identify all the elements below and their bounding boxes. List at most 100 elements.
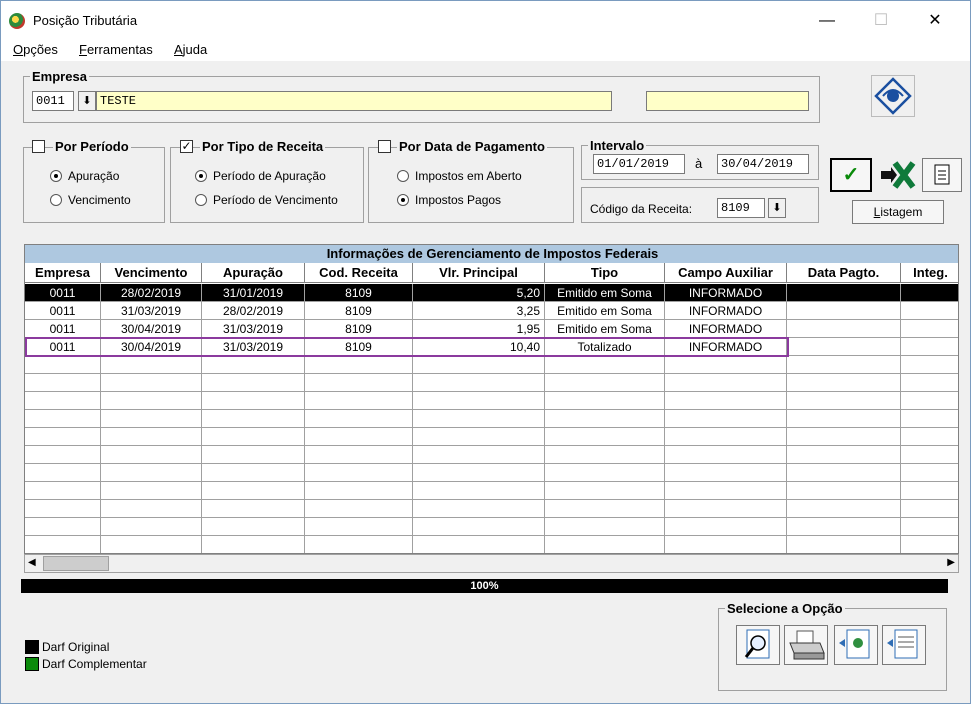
table-cell: [901, 284, 958, 302]
table-row[interactable]: 0011 30/04/2019 31/03/2019 8109 1,95 Emitido …: [25, 320, 958, 338]
radio-apuracao[interactable]: Apuração: [50, 169, 119, 183]
table-cell: [101, 536, 202, 553]
periodo-label: Por Período: [53, 139, 131, 154]
table-cell: [202, 374, 305, 392]
column-header[interactable]: Integ.: [901, 263, 958, 283]
table-row[interactable]: 0011 31/03/2019 28/02/2019 8109 3,25 Emitido …: [25, 302, 958, 320]
codigo-receita-input[interactable]: 8109: [717, 198, 765, 218]
table-cell: INFORMADO: [665, 284, 787, 302]
column-header[interactable]: Data Pagto.: [787, 263, 901, 283]
table-row[interactable]: [25, 410, 958, 428]
grid-title: Informações de Gerenciamento de Impostos…: [25, 245, 958, 263]
table-cell: [202, 446, 305, 464]
empresa-name-input[interactable]: TESTE: [96, 91, 612, 111]
column-header[interactable]: Tipo: [545, 263, 665, 283]
radio-vencimento[interactable]: Vencimento: [50, 193, 131, 207]
table-cell: [787, 518, 901, 536]
empresa-code-input[interactable]: 0011: [32, 91, 74, 111]
column-header[interactable]: Vlr. Principal: [413, 263, 545, 283]
table-cell: [787, 410, 901, 428]
table-cell: [101, 392, 202, 410]
table-cell: [202, 356, 305, 374]
table-row[interactable]: [25, 500, 958, 518]
table-cell: [25, 446, 101, 464]
table-row[interactable]: [25, 356, 958, 374]
table-row[interactable]: [25, 446, 958, 464]
table-cell: 0011: [25, 320, 101, 338]
table-row[interactable]: [25, 464, 958, 482]
table-cell: [202, 428, 305, 446]
table-cell: 30/04/2019: [101, 338, 202, 356]
table-cell: [545, 374, 665, 392]
table-cell: INFORMADO: [665, 302, 787, 320]
table-cell: [901, 356, 958, 374]
tipo-receita-checkbox[interactable]: ✓: [180, 140, 193, 153]
table-row[interactable]: [25, 374, 958, 392]
web-export-button[interactable]: [834, 625, 878, 665]
table-cell: [25, 374, 101, 392]
data-pagamento-checkbox[interactable]: [378, 140, 391, 153]
close-button[interactable]: ✕: [912, 7, 958, 35]
minimize-button[interactable]: —: [804, 7, 850, 35]
intervalo-separator: à: [695, 156, 703, 171]
impostos-grid[interactable]: Informações de Gerenciamento de Impostos…: [24, 244, 959, 554]
horizontal-scrollbar[interactable]: ◀ ▶: [24, 554, 959, 573]
radio-impostos-aberto[interactable]: Impostos em Aberto: [397, 169, 522, 183]
column-header[interactable]: Cod. Receita: [305, 263, 413, 283]
table-cell: [665, 428, 787, 446]
empresa-extra-input[interactable]: [646, 91, 809, 111]
table-row[interactable]: [25, 482, 958, 500]
intervalo-from-input[interactable]: 01/01/2019: [593, 154, 685, 174]
table-row[interactable]: [25, 536, 958, 553]
table-cell: 8109: [305, 338, 413, 356]
scroll-right-icon[interactable]: ▶: [947, 557, 955, 568]
radio-periodo-vencimento[interactable]: Período de Vencimento: [195, 193, 338, 207]
empresa-dropdown-icon[interactable]: ⬇: [78, 91, 96, 111]
scroll-left-icon[interactable]: ◀: [28, 557, 36, 568]
menu-ajuda[interactable]: Ajuda: [174, 42, 207, 57]
table-row[interactable]: 0011 28/02/2019 31/01/2019 8109 5,20 Emitido …: [25, 284, 958, 302]
table-row[interactable]: [25, 428, 958, 446]
confirm-button[interactable]: ✓: [830, 158, 872, 192]
intervalo-to-input[interactable]: 30/04/2019: [717, 154, 809, 174]
table-cell: [101, 446, 202, 464]
radio-impostos-aberto-label: Impostos em Aberto: [415, 169, 522, 183]
preview-button[interactable]: [736, 625, 780, 665]
table-cell: [101, 374, 202, 392]
tipo-receita-group: [170, 147, 364, 223]
table-cell: 31/03/2019: [101, 302, 202, 320]
listagem-button[interactable]: Listagem: [852, 200, 944, 224]
radio-periodo-apuracao[interactable]: Período de Apuração: [195, 169, 326, 183]
table-row[interactable]: 0011 30/04/2019 31/03/2019 8109 10,40 Totaliz…: [25, 338, 958, 356]
print-button[interactable]: [784, 625, 828, 665]
report-button[interactable]: [922, 158, 962, 192]
data-pagamento-group: [368, 147, 574, 223]
table-cell: [305, 356, 413, 374]
column-header[interactable]: Apuração: [202, 263, 305, 283]
periodo-checkbox[interactable]: [32, 140, 45, 153]
table-cell: [901, 464, 958, 482]
menu-ferramentas[interactable]: Ferramentas: [79, 42, 153, 57]
table-cell: [202, 482, 305, 500]
column-header[interactable]: Campo Auxiliar: [665, 263, 787, 283]
table-cell: [665, 374, 787, 392]
table-row[interactable]: [25, 392, 958, 410]
table-cell: 1,95: [413, 320, 545, 338]
export-excel-button[interactable]: [876, 158, 918, 192]
table-row[interactable]: [25, 518, 958, 536]
column-header[interactable]: Vencimento: [101, 263, 202, 283]
column-header[interactable]: Empresa: [25, 263, 101, 283]
radio-impostos-pagos[interactable]: Impostos Pagos: [397, 193, 501, 207]
scrollbar-thumb[interactable]: [43, 556, 109, 571]
periodo-group: [23, 147, 165, 223]
codigo-receita-dropdown-icon[interactable]: ⬇: [768, 198, 786, 218]
table-cell: [202, 500, 305, 518]
text-export-button[interactable]: [882, 625, 926, 665]
menu-opcoes[interactable]: Opções: [13, 42, 58, 57]
table-cell: [305, 500, 413, 518]
table-cell: [25, 356, 101, 374]
document-icon: [934, 164, 950, 185]
table-cell: [305, 446, 413, 464]
table-cell: [665, 482, 787, 500]
maximize-button[interactable]: ☐: [858, 7, 904, 35]
